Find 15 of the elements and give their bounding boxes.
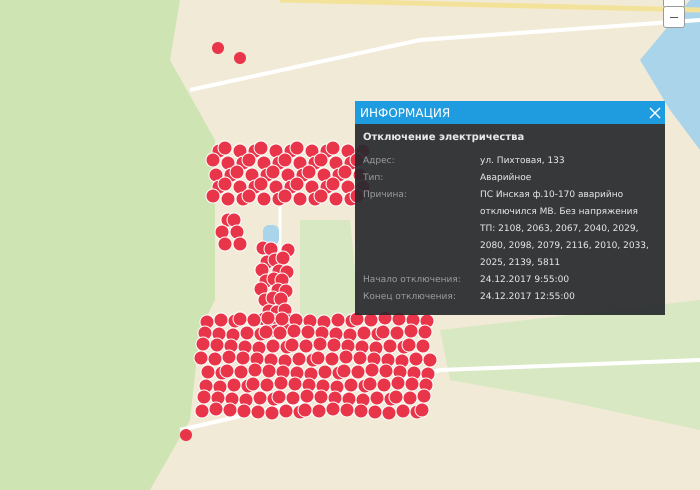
close-icon[interactable] xyxy=(649,106,661,118)
field-value: ПС Инская ф.10-170 аварийно отключился МВ. Без напряжения ТП: 2108, 2063, 2067, 2040, 2029, 2080, 2098, 2079, 2116, 2010, 2033, 2025, 2139, 5811 xyxy=(480,189,650,270)
field-label: Адрес: xyxy=(363,155,396,168)
popup-heading: Отключение электричества xyxy=(363,132,526,143)
field-label: Начало отключения: xyxy=(363,274,462,287)
field-value: Аварийное xyxy=(480,172,532,185)
popup-title: ИНФОРМАЦИЯ xyxy=(360,106,450,120)
minus-icon xyxy=(670,16,678,18)
field-label: Конец отключения: xyxy=(363,291,457,304)
field-value: 24.12.2017 9:55:00 xyxy=(480,274,570,287)
zoom-out-button[interactable] xyxy=(663,6,685,28)
field-label: Причина: xyxy=(363,189,408,202)
field-value: ул. Пихтовая, 133 xyxy=(480,155,566,168)
field-value: 24.12.2017 12:55:00 xyxy=(480,291,576,304)
field-label: Тип: xyxy=(363,172,384,185)
